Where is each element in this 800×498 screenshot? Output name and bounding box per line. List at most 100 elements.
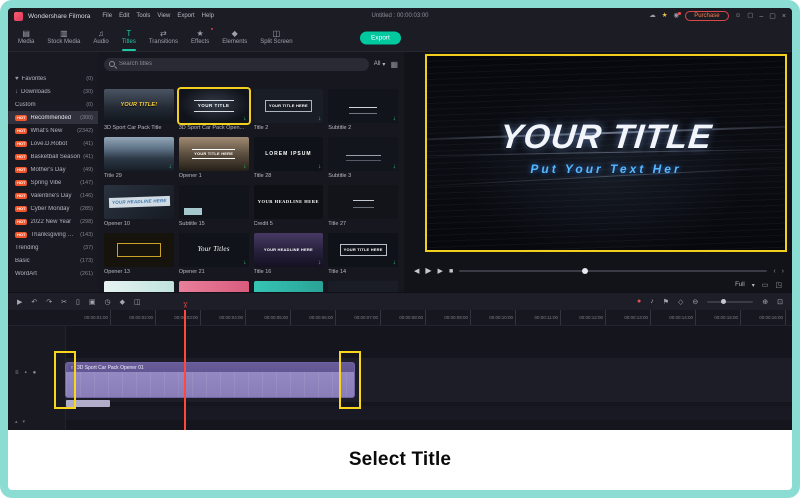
template-thumbnail[interactable] — [178, 185, 249, 219]
scroll-up-icon[interactable]: ▴ — [15, 419, 18, 425]
template-thumbnail[interactable] — [104, 281, 174, 292]
select-tool-icon[interactable]: ▶ — [17, 298, 22, 306]
template-thumbnail[interactable] — [253, 281, 324, 292]
sidebar-item-love-d-robot[interactable]: HOT Love.D.Robot (41) — [8, 137, 98, 150]
user-account-icon[interactable]: ☺ — [735, 12, 742, 20]
template-thumbnail[interactable]: YOUR HEADLINE HERE ↓ — [253, 233, 324, 267]
sidebar-item-wordart[interactable]: WordArt (261) — [8, 267, 98, 280]
crop-icon[interactable]: ▣ — [89, 298, 96, 306]
template-card[interactable]: ↓ Subtitle 2 — [328, 89, 398, 137]
playhead[interactable]: ✂ — [180, 302, 189, 430]
template-card-selected[interactable]: YOUR TITLE ↓ 3D Sport Car Pack Open... — [178, 89, 249, 137]
snap-magnet-icon[interactable]: ◇ — [678, 298, 683, 306]
download-icon[interactable]: ↓ — [393, 259, 396, 267]
template-card[interactable] — [178, 281, 249, 292]
template-card[interactable]: Subtitle 15 — [178, 185, 249, 233]
download-icon[interactable]: ↓ — [393, 115, 396, 123]
template-card[interactable]: YOUR HEADLINE HERE Opener 10 — [104, 185, 174, 233]
chevron-down-icon[interactable]: ▾ — [752, 282, 755, 289]
stop-button[interactable]: ■ — [449, 268, 453, 275]
filter-dropdown[interactable]: All ▾ — [374, 61, 386, 68]
zoom-out-icon[interactable]: ⊖ — [692, 298, 698, 306]
download-icon[interactable]: ↓ — [243, 259, 246, 267]
sidebar-item-valentines-day[interactable]: HOT Valentine's Day (146) — [8, 189, 98, 202]
template-thumbnail[interactable] — [178, 281, 249, 292]
sidebar-item-cyber-monday[interactable]: HOT Cyber Monday (285) — [8, 202, 98, 215]
delete-icon[interactable]: ▯ — [76, 298, 80, 306]
template-card[interactable] — [253, 281, 324, 292]
mark-out-icon[interactable]: › — [782, 268, 784, 275]
template-thumbnail[interactable] — [328, 185, 398, 219]
split-scissors-icon[interactable]: ✂ — [61, 298, 67, 306]
tab-titles[interactable]: T Titles — [120, 24, 138, 51]
template-thumbnail[interactable]: YOUR TITLE HERE ↓ — [328, 233, 398, 267]
fullscreen-icon[interactable]: ◳ — [775, 281, 782, 289]
template-thumbnail[interactable]: YOUR HEADLINE HERE — [253, 185, 324, 219]
menu-tools[interactable]: Tools — [136, 13, 150, 19]
template-thumbnail[interactable]: LOREM IPSUM ↓ — [253, 137, 324, 171]
sidebar-item-spring-vibe[interactable]: HOT Spring Vibe (147) — [8, 176, 98, 189]
template-card[interactable]: Your Titles ↓ Opener 21 — [178, 233, 249, 281]
sidebar-item-mothers-day[interactable]: HOT Mother's Day (49) — [8, 163, 98, 176]
zoom-in-icon[interactable]: ⊕ — [762, 298, 768, 306]
keyframe-icon[interactable]: ◆ — [120, 298, 125, 306]
sidebar-item-basketball-season[interactable]: HOT Basketball Season (41) — [8, 150, 98, 163]
sidebar-item-downloads[interactable]: ↓ Downloads (30) — [8, 85, 98, 98]
track-menu-icon[interactable]: ≡ — [15, 370, 19, 376]
scroll-down-icon[interactable]: ▾ — [23, 419, 26, 425]
minimize-button[interactable]: – — [759, 13, 763, 20]
download-icon[interactable]: ↓ — [318, 163, 321, 171]
tab-transitions[interactable]: ⇄ Transitions — [147, 24, 180, 51]
maximize-button[interactable]: ▢ — [769, 12, 776, 20]
template-thumbnail[interactable]: YOUR TITLE! — [104, 89, 174, 123]
track-lock-icon[interactable]: ▪ — [25, 370, 27, 376]
mark-in-icon[interactable]: ‹ — [773, 268, 775, 275]
template-thumbnail[interactable]: ↓ — [328, 137, 398, 171]
view-toggle-icon[interactable]: ▦ — [390, 60, 398, 69]
template-card[interactable]: LOREM IPSUM ↓ Title 28 — [253, 137, 324, 185]
record-icon[interactable]: ● — [637, 298, 641, 305]
menu-export[interactable]: Export — [177, 13, 194, 19]
template-thumbnail[interactable]: ↓ — [104, 137, 174, 171]
download-icon[interactable]: ↓ — [318, 115, 321, 123]
template-thumbnail[interactable]: YOUR TITLE ↓ — [178, 89, 249, 123]
export-button[interactable]: Export — [360, 31, 401, 44]
zoom-slider-knob[interactable] — [721, 298, 727, 304]
timeline-tracks[interactable]: ≡ ▪ ● ▴ ▾ T 3D Sport Car Pack Opener 01 — [8, 326, 792, 430]
template-card[interactable]: YOUR TITLE HERE ↓ Title 14 — [328, 233, 398, 281]
template-thumbnail[interactable]: YOUR TITLE HERE ↓ — [178, 137, 249, 171]
template-card[interactable]: Title 27 — [328, 185, 398, 233]
template-card[interactable]: YOUR HEADLINE HERE ↓ Title 16 — [253, 233, 324, 281]
template-card[interactable]: YOUR TITLE! 3D Sport Car Pack Title — [104, 89, 174, 137]
template-thumbnail[interactable] — [104, 233, 174, 267]
snapshot-icon[interactable]: ▭ — [762, 281, 769, 289]
sidebar-item-whats-new[interactable]: HOT What's New (2342) — [8, 124, 98, 137]
timeline-ruler[interactable]: 00:00:01:00 00:00:02:00 00:00:03:00 00:0… — [8, 310, 792, 326]
sidebar-item-2022-new-year[interactable]: HOT 2022 New Year (298) — [8, 215, 98, 228]
template-thumbnail[interactable]: YOUR TITLE HERE ↓ — [253, 89, 324, 123]
previous-frame-button[interactable]: ◀ — [414, 268, 419, 275]
template-card[interactable]: YOUR TITLE HERE ↓ Opener 1 — [178, 137, 249, 185]
template-thumbnail[interactable]: Your Titles ↓ — [178, 233, 249, 267]
tab-media[interactable]: ▤ Media — [16, 24, 36, 51]
play-button[interactable]: ▶ — [425, 267, 431, 275]
menu-edit[interactable]: Edit — [119, 13, 129, 19]
split-clip-icon[interactable]: ◫ — [134, 298, 141, 306]
tab-elements[interactable]: ◆ Elements — [220, 24, 249, 51]
sidebar-item-trending[interactable]: Trending (37) — [8, 241, 98, 254]
download-icon[interactable]: ↓ — [393, 163, 396, 171]
tab-audio[interactable]: ♫ Audio — [91, 24, 110, 51]
seek-slider-knob[interactable] — [582, 267, 589, 274]
sidebar-item-recommended[interactable]: HOT Recommended (300) — [8, 111, 98, 124]
seek-slider[interactable] — [459, 267, 768, 274]
download-icon[interactable]: ↓ — [169, 163, 172, 171]
display-quality-dropdown[interactable]: Full — [735, 282, 745, 288]
download-icon[interactable]: ↓ — [318, 259, 321, 267]
speed-icon[interactable]: ◷ — [105, 298, 111, 306]
redo-icon[interactable]: ↷ — [46, 298, 52, 306]
template-thumbnail[interactable] — [328, 281, 398, 292]
menu-view[interactable]: View — [157, 13, 170, 19]
tab-effects[interactable]: ★ Effects ● — [189, 24, 213, 51]
close-button[interactable]: × — [782, 13, 786, 20]
timeline-title-clip[interactable]: T 3D Sport Car Pack Opener 01 — [65, 362, 355, 398]
